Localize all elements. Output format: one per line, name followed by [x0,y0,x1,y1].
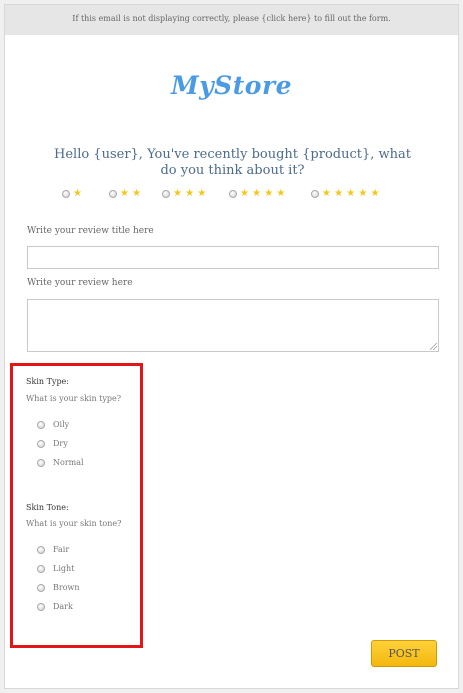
skin-tone-radio-light[interactable] [37,564,45,573]
skin-tone-radio-fair[interactable] [37,545,45,554]
skin-tone-radio-dark[interactable] [37,602,45,611]
rating-option-3[interactable]: ★ ★ ★ [162,189,206,199]
skin-tone-label-light: Light [53,564,75,573]
skin-type-label-oily: Oily [53,420,70,429]
rating-stars-2: ★ ★ [120,188,142,199]
skin-type-radio-oily[interactable] [37,420,45,429]
rating-option-4[interactable]: ★ ★ ★ ★ [229,189,285,199]
rating-option-1[interactable]: ★ [62,189,82,199]
skin-type-radio-dry[interactable] [37,439,45,448]
rating-stars-3: ★ ★ ★ [173,188,207,199]
review-title-input[interactable] [27,246,439,269]
review-title-label: Write your review title here [27,226,154,236]
skin-type-option-dry[interactable]: Dry [37,439,68,448]
rating-stars-5: ★ ★ ★ ★ ★ [322,188,380,199]
skin-tone-label-brown: Brown [53,583,80,592]
skin-type-label-dry: Dry [53,439,68,448]
star-rating-group: ★ ★ ★ ★ ★ ★ ★ ★ ★ ★ ★ ★ ★ ★ ★ [5,189,458,205]
rating-stars-1: ★ [73,188,82,199]
review-question: Hello {user}, You've recently bought {pr… [54,147,411,178]
resize-handle-icon[interactable] [430,343,437,350]
store-logo: MyStore [170,71,293,100]
skin-type-option-oily[interactable]: Oily [37,420,69,429]
skin-type-radio-normal[interactable] [37,458,45,467]
rating-radio-3[interactable] [162,190,170,198]
skin-tone-option-dark[interactable]: Dark [37,602,73,611]
display-notice-bar: If this email is not displaying correctl… [5,5,458,35]
rating-radio-5[interactable] [311,190,319,198]
display-notice-text[interactable]: If this email is not displaying correctl… [72,14,390,23]
skin-tone-title: Skin Tone: [26,503,69,512]
rating-radio-2[interactable] [109,190,117,198]
skin-type-label-normal: Normal [53,458,84,467]
rating-stars-4: ★ ★ ★ ★ [240,188,286,199]
skin-tone-option-brown[interactable]: Brown [37,583,80,592]
post-button[interactable]: POST [371,640,437,667]
rating-option-2[interactable]: ★ ★ [109,189,141,199]
skin-type-title: Skin Type: [26,377,69,386]
rating-radio-1[interactable] [62,190,70,198]
skin-tone-radio-brown[interactable] [37,583,45,592]
rating-radio-4[interactable] [229,190,237,198]
review-body-label: Write your review here [27,278,133,288]
skin-type-question: What is your skin type? [26,394,122,403]
rating-option-5[interactable]: ★ ★ ★ ★ ★ [311,189,380,199]
skin-tone-label-dark: Dark [53,602,73,611]
review-body-textarea[interactable] [27,299,439,352]
skin-tone-option-fair[interactable]: Fair [37,545,69,554]
skin-tone-label-fair: Fair [53,545,70,554]
skin-tone-option-light[interactable]: Light [37,564,74,573]
skin-tone-question: What is your skin tone? [26,519,122,528]
skin-type-option-normal[interactable]: Normal [37,458,84,467]
